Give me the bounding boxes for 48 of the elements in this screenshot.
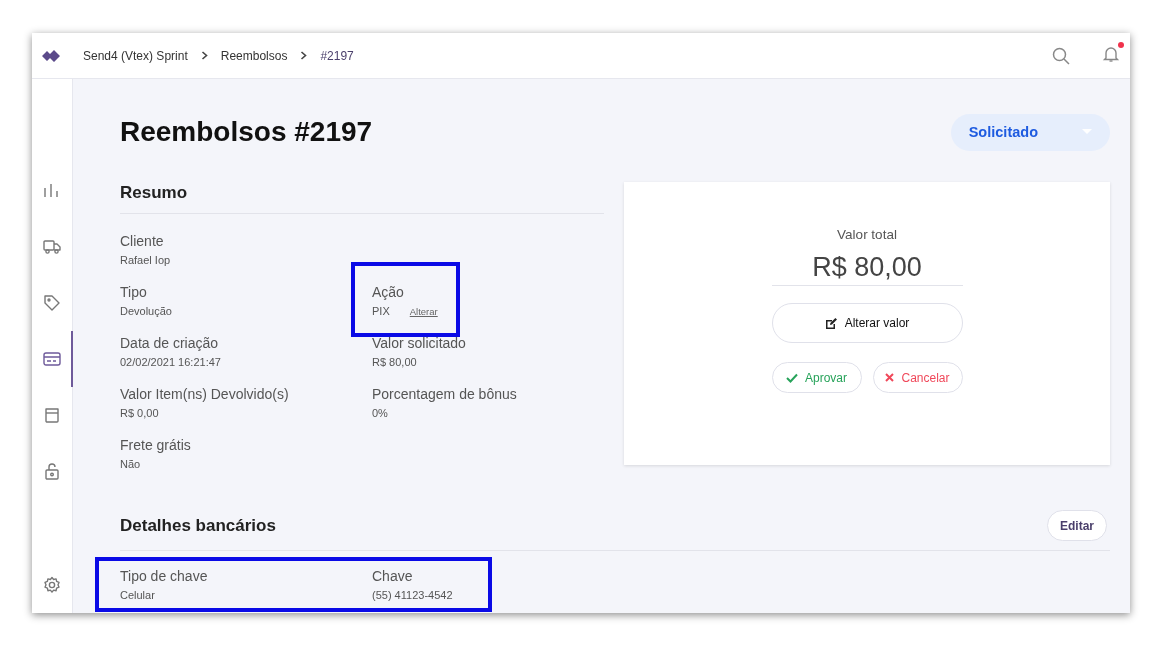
change-value-button[interactable]: Alterar valor bbox=[771, 303, 963, 343]
status-dropdown[interactable]: Solicitado bbox=[950, 113, 1110, 151]
field-value: Não bbox=[120, 457, 141, 472]
edit-icon bbox=[824, 316, 838, 330]
field-label: Tipo bbox=[120, 283, 148, 301]
caret-icon bbox=[1082, 129, 1092, 135]
chevron-icon bbox=[200, 51, 208, 60]
section-heading: Resumo bbox=[120, 182, 604, 214]
field-value: Celular bbox=[120, 588, 155, 603]
chevron-icon bbox=[300, 51, 308, 60]
change-link[interactable]: Alterar bbox=[409, 306, 438, 317]
breadcrumb-link[interactable]: Send4 (Vtex) Sprint bbox=[83, 48, 188, 63]
truck-icon[interactable] bbox=[42, 238, 61, 256]
field-value: 0% bbox=[372, 406, 388, 421]
bell-icon[interactable] bbox=[1102, 44, 1120, 63]
search-icon[interactable] bbox=[1052, 46, 1070, 65]
field-value: R$ 80,00 bbox=[372, 355, 417, 370]
section-heading: Detalhes bancários bbox=[120, 514, 276, 537]
field-label: Valor solicitado bbox=[372, 334, 466, 352]
field-value: Devolução bbox=[120, 304, 172, 319]
credit-card-icon[interactable] bbox=[42, 350, 61, 368]
bag-icon[interactable] bbox=[42, 406, 61, 424]
field-label: Frete grátis bbox=[120, 436, 191, 454]
field-label: Ação bbox=[372, 283, 405, 301]
field-label: Chave bbox=[372, 567, 414, 585]
check-icon bbox=[786, 372, 798, 383]
field-label: Porcentagem de bônus bbox=[372, 385, 517, 403]
close-icon bbox=[885, 373, 895, 382]
field-label: Cliente bbox=[120, 232, 165, 250]
field-value: 02/02/2021 16:21:47 bbox=[120, 355, 221, 370]
tag-icon[interactable] bbox=[42, 294, 61, 312]
total-label: Valor total bbox=[837, 227, 897, 242]
page-title: Reembolsos #2197 bbox=[120, 116, 373, 148]
total-amount: R$ 80,00 bbox=[771, 252, 963, 286]
bar-chart-icon[interactable] bbox=[42, 182, 61, 200]
edit-button[interactable]: Editar bbox=[1047, 510, 1107, 541]
field-label: Data de criação bbox=[120, 334, 220, 352]
field-label: Tipo de chave bbox=[120, 567, 208, 585]
field-value: PIX bbox=[372, 304, 390, 319]
field-value: Rafael Iop bbox=[120, 253, 171, 268]
field-label: Valor Item(ns) Devolvido(s) bbox=[120, 385, 289, 403]
breadcrumb-link[interactable]: Reembolsos bbox=[220, 48, 288, 63]
field-value: (55) 41123-4542 bbox=[372, 588, 453, 603]
breadcrumb-link[interactable]: #2197 bbox=[320, 48, 354, 63]
settings-icon[interactable] bbox=[42, 576, 61, 594]
lock-icon[interactable] bbox=[42, 462, 61, 480]
cancel-button[interactable]: Cancelar bbox=[872, 362, 963, 393]
field-value: R$ 0,00 bbox=[120, 406, 159, 421]
